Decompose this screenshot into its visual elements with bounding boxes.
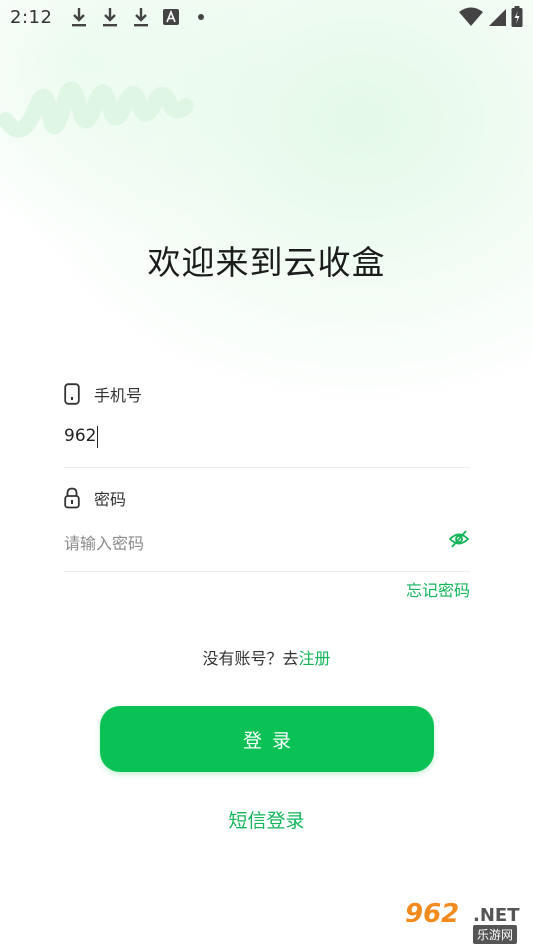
download-icon — [134, 8, 149, 27]
phone-input[interactable]: 962 — [64, 426, 470, 468]
text-caret — [97, 426, 99, 448]
watermark-logo: 962 .NET 乐游网 — [399, 899, 529, 945]
system-icons — [459, 6, 523, 28]
battery-icon — [511, 6, 523, 27]
phone-field: 手机号 962 — [64, 382, 470, 468]
password-placeholder: 请输入密码 — [64, 534, 145, 553]
status-time: 2:12 — [10, 6, 53, 28]
register-link[interactable]: 注册 — [299, 649, 331, 668]
eye-off-icon[interactable] — [448, 528, 470, 550]
sms-login-link[interactable]: 短信登录 — [0, 806, 533, 833]
dot-icon — [198, 14, 205, 20]
phone-label-row: 手机号 — [64, 382, 470, 406]
password-input[interactable]: 请输入密码 — [64, 530, 470, 572]
login-button[interactable]: 登录 — [100, 706, 434, 772]
status-bar: 2:12 — [0, 0, 533, 34]
notification-icons — [70, 6, 205, 28]
phone-label: 手机号 — [94, 386, 143, 405]
phone-value: 962 — [64, 426, 97, 446]
register-row: 没有账号？去注册 — [0, 645, 533, 669]
register-prefix: 没有账号？去 — [202, 649, 299, 668]
decorative-scribble — [0, 81, 194, 138]
watermark-main: 962 — [405, 899, 460, 929]
signal-icon — [489, 9, 506, 26]
watermark-sub: 乐游网 — [473, 925, 518, 944]
forgot-password-link[interactable]: 忘记密码 — [406, 577, 470, 601]
page-title: 欢迎来到云收盒 — [147, 243, 386, 282]
password-label: 密码 — [94, 490, 127, 509]
watermark-net: .NET — [473, 905, 520, 926]
a-icon — [163, 9, 180, 25]
download-icon — [103, 8, 118, 27]
lock-icon — [64, 487, 80, 509]
password-label-row: 密码 — [64, 486, 470, 510]
wifi-icon — [459, 7, 483, 26]
download-icon — [72, 8, 87, 27]
phone-icon — [64, 383, 80, 405]
password-field: 密码 请输入密码 — [64, 486, 470, 572]
